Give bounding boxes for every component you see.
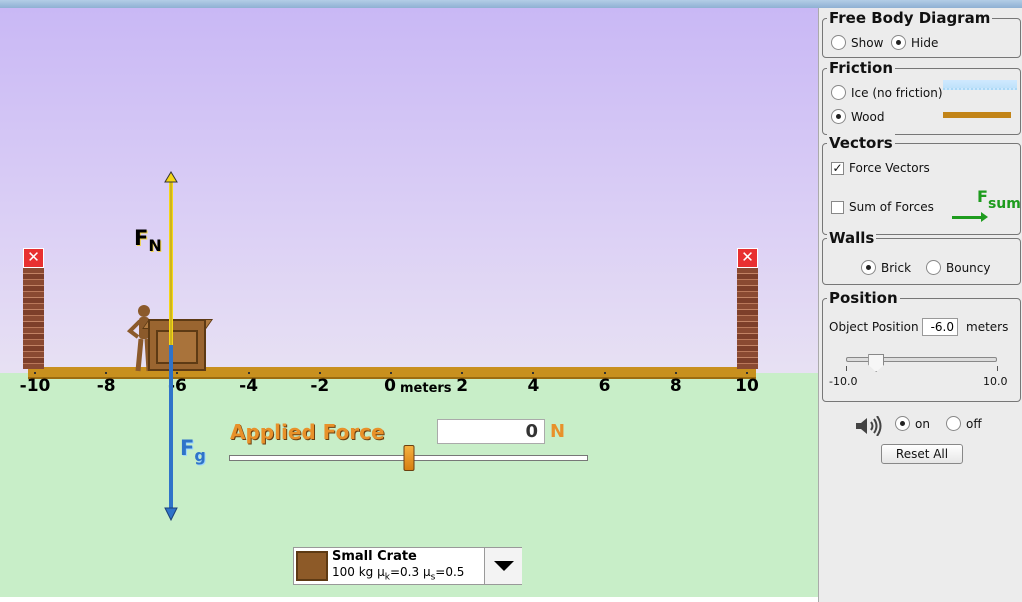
applied-force-unit: N — [550, 421, 566, 442]
normal-force-arrowhead — [164, 171, 178, 183]
walls-brick-radio[interactable] — [861, 260, 876, 275]
wood-swatch — [943, 112, 1011, 118]
crate-icon — [296, 551, 328, 581]
reset-all-button[interactable]: Reset All — [881, 444, 963, 464]
fbd-hide-radio[interactable] — [891, 35, 906, 50]
sum-of-forces-option[interactable]: Sum of Forces — [831, 200, 934, 214]
speaker-icon — [856, 416, 882, 436]
object-name: Small Crate — [332, 549, 417, 564]
ice-swatch — [943, 80, 1017, 90]
object-position-unit: meters — [966, 320, 1009, 334]
gravity-force-arrowhead — [164, 507, 178, 522]
position-min-label: -10.0 — [829, 375, 858, 388]
position-slider-max-tick — [997, 366, 998, 371]
fsum-arrow-icon — [952, 212, 988, 222]
friction-ice-radio[interactable] — [831, 85, 846, 100]
free-body-diagram-group: Free Body Diagram Show Hide — [822, 9, 1021, 58]
normal-force-label: FN — [134, 226, 162, 255]
chevron-down-icon[interactable] — [484, 548, 522, 584]
force-vectors — [164, 171, 178, 522]
position-group: Position Object Position -6.0 meters -10… — [822, 289, 1021, 402]
sound-on-radio[interactable] — [895, 416, 910, 431]
gravity-force-label: Fg — [180, 436, 206, 465]
walls-bouncy-option[interactable]: Bouncy — [926, 260, 990, 275]
vectors-title: Vectors — [827, 134, 895, 152]
sound-off-option[interactable]: off — [946, 416, 982, 431]
control-panel: Free Body Diagram Show Hide Friction Ice… — [818, 8, 1022, 602]
object-position-label: Object Position — [829, 320, 919, 334]
play-area: ✕ ✕ -10 -8 -6 -4 -2 0 2 4 6 8 10 meters FN Fg Appl… — [0, 8, 818, 597]
friction-wood-option[interactable]: Wood — [831, 109, 884, 124]
walls-title: Walls — [827, 229, 877, 247]
fbd-show-radio[interactable] — [831, 35, 846, 50]
sound-on-option[interactable]: on — [895, 416, 930, 431]
position-max-label: 10.0 — [983, 375, 1008, 388]
walls-group: Walls Brick Bouncy — [822, 229, 1021, 285]
force-vectors-checkbox[interactable]: ✓ — [831, 161, 844, 175]
fsum-label: Fsum — [977, 187, 1021, 212]
object-selector[interactable]: Small Crate 100 kg μk=0.3 μs=0.5 — [293, 547, 522, 585]
walls-brick-option[interactable]: Brick — [861, 260, 911, 275]
applied-force-title: Applied Force — [230, 420, 385, 444]
force-vectors-option[interactable]: ✓ Force Vectors — [831, 161, 930, 175]
vectors-group: Vectors ✓ Force Vectors Sum of Forces Fsu… — [822, 134, 1021, 235]
sum-of-forces-checkbox[interactable] — [831, 200, 844, 214]
position-slider-min-tick — [846, 366, 847, 371]
fbd-hide-option[interactable]: Hide — [891, 35, 938, 50]
friction-ice-option[interactable]: Ice (no friction) — [831, 85, 943, 100]
bottom-strip — [0, 597, 818, 602]
free-body-diagram-title: Free Body Diagram — [827, 9, 993, 27]
window-title-bar — [0, 0, 1022, 8]
object-position-input[interactable]: -6.0 — [922, 318, 958, 336]
position-slider-thumb[interactable] — [868, 354, 885, 372]
friction-wood-radio[interactable] — [831, 109, 846, 124]
sound-off-radio[interactable] — [946, 416, 961, 431]
object-specs: 100 kg μk=0.3 μs=0.5 — [332, 565, 465, 583]
applied-force-slider-thumb[interactable] — [403, 445, 414, 471]
applied-force-input[interactable]: 0 — [437, 419, 545, 444]
friction-group: Friction Ice (no friction) Wood — [822, 59, 1021, 135]
fbd-show-option[interactable]: Show — [831, 35, 883, 50]
position-title: Position — [827, 289, 900, 307]
friction-title: Friction — [827, 59, 896, 77]
walls-bouncy-radio[interactable] — [926, 260, 941, 275]
